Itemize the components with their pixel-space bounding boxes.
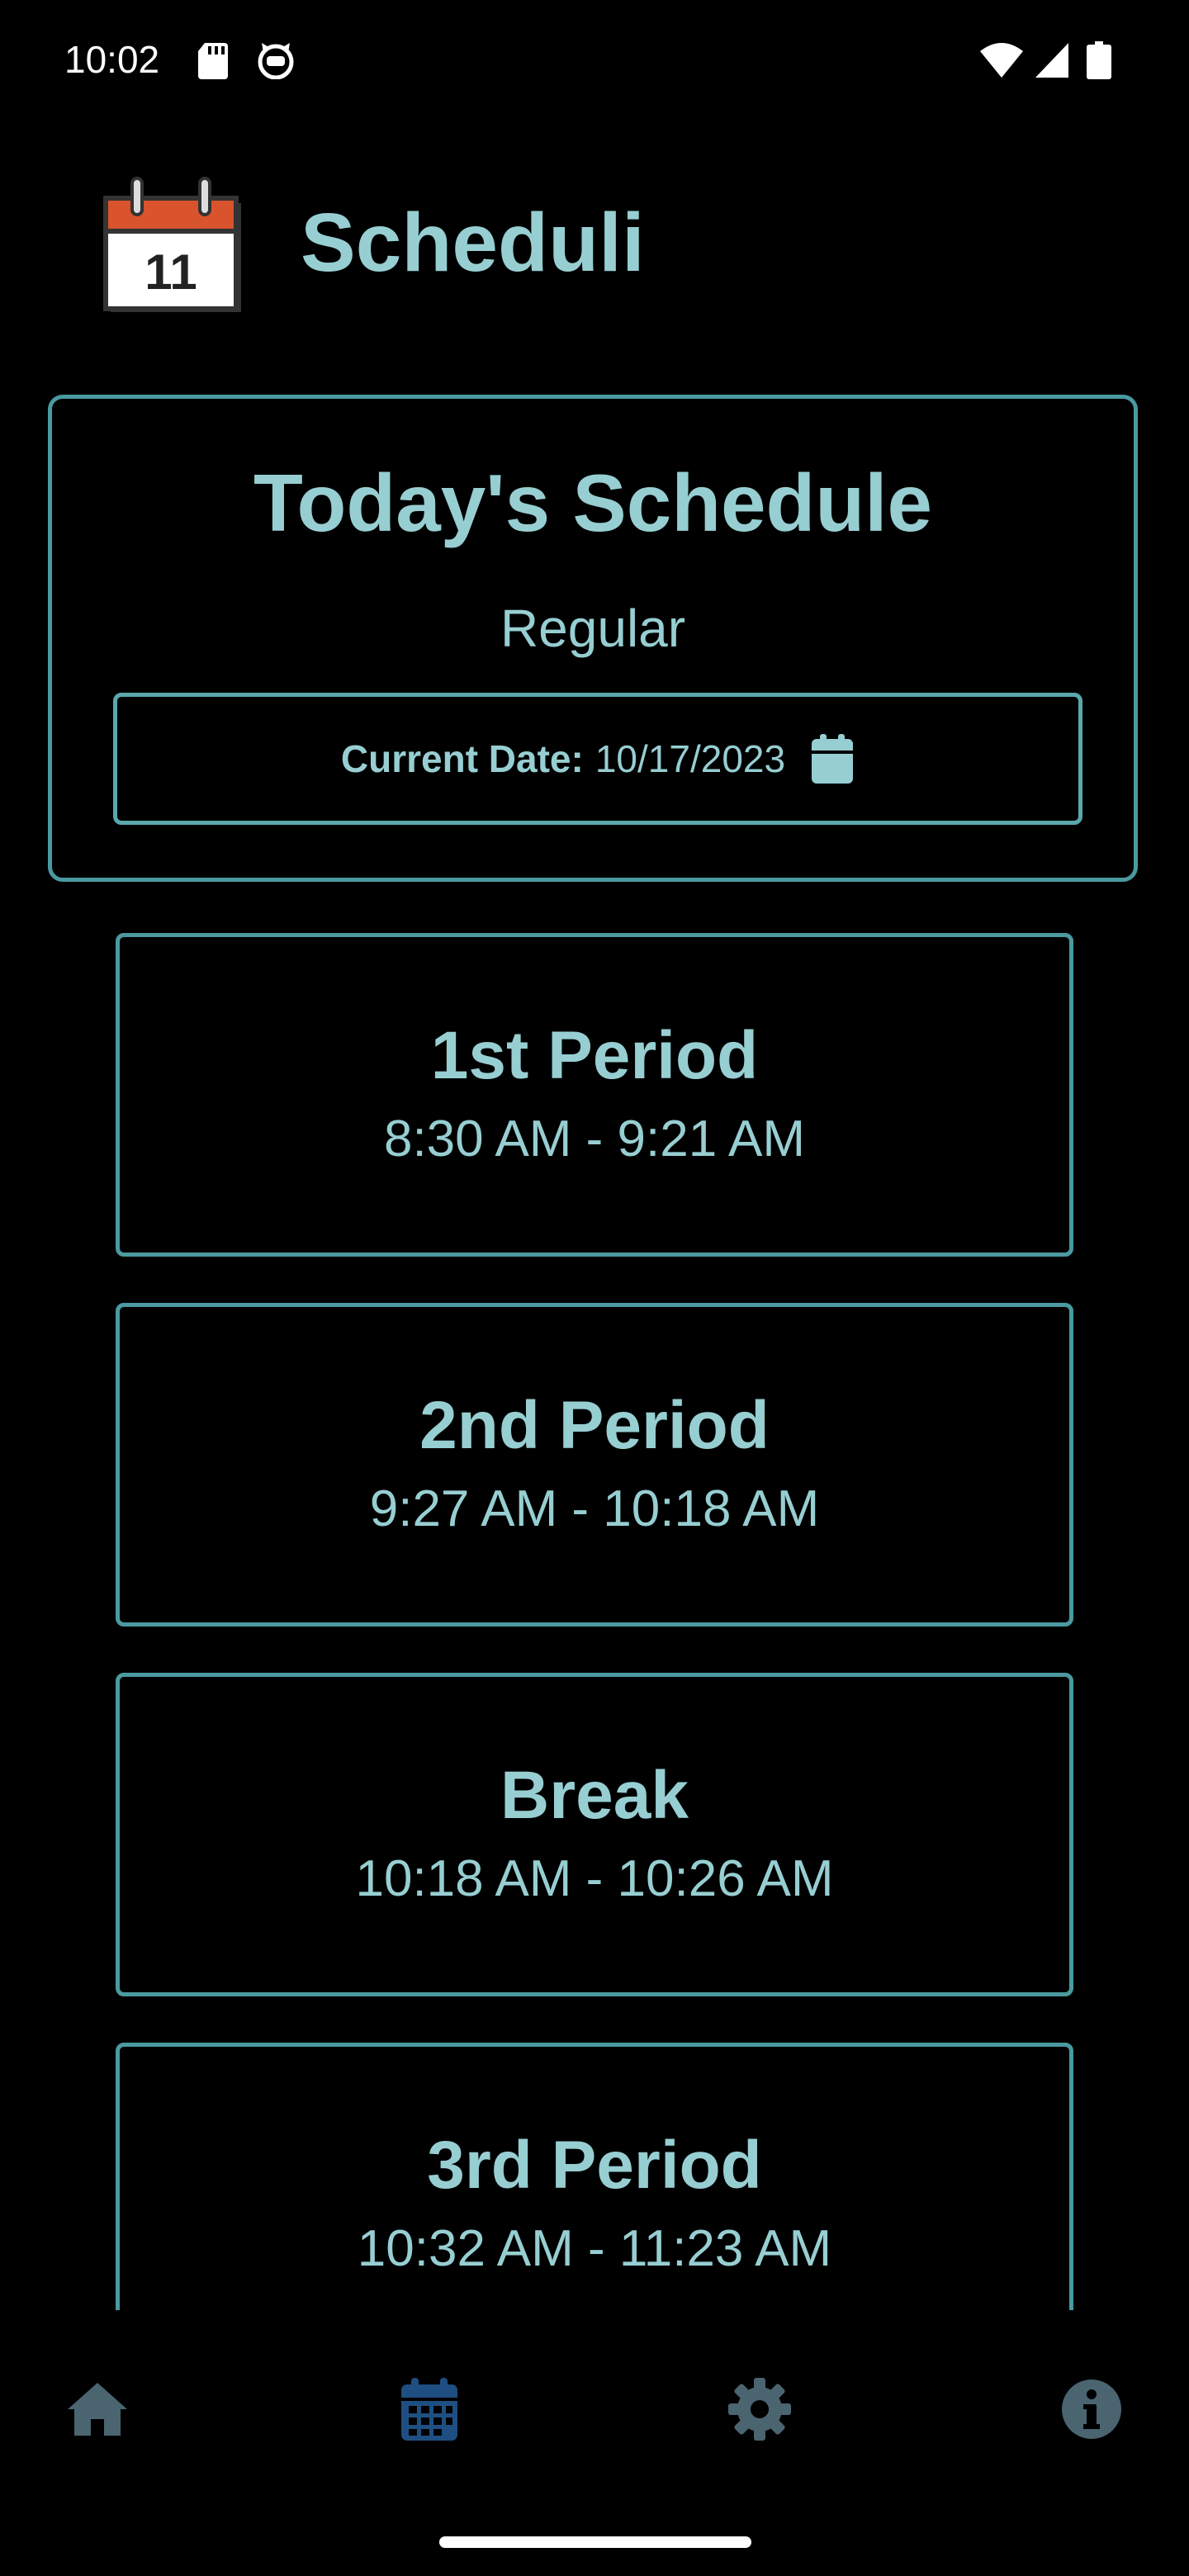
today-title: Today's Schedule <box>253 457 933 548</box>
calendar-icon[interactable] <box>396 2376 462 2442</box>
home-indicator[interactable] <box>439 2536 751 2548</box>
calendar-logo-icon: 11 <box>103 177 241 312</box>
status-bar: 10:02 <box>0 0 1189 119</box>
signal-icon <box>1035 43 1068 78</box>
battery-icon <box>1087 41 1111 79</box>
period-card[interactable]: 3rd Period 10:32 AM - 11:23 AM <box>116 2043 1073 2310</box>
current-date-picker[interactable]: Current Date: 10/17/2023 <box>113 693 1082 825</box>
period-name: Break <box>500 1758 689 1833</box>
gear-icon[interactable] <box>727 2376 793 2442</box>
period-time: 10:18 AM - 10:26 AM <box>355 1850 834 1907</box>
app-title: Scheduli <box>301 197 645 289</box>
period-time: 9:27 AM - 10:18 AM <box>369 1480 820 1537</box>
wifi-icon <box>980 43 1023 78</box>
cat-notification-icon <box>258 43 294 79</box>
status-time: 10:02 <box>64 38 160 81</box>
period-card[interactable]: 2nd Period 9:27 AM - 10:18 AM <box>116 1303 1073 1627</box>
date-value: 10/17/2023 <box>594 737 786 780</box>
home-icon[interactable] <box>64 2376 130 2442</box>
period-card[interactable]: 1st Period 8:30 AM - 9:21 AM <box>116 933 1073 1257</box>
period-name: 2nd Period <box>419 1388 770 1463</box>
date-label: Current Date: <box>340 737 584 780</box>
schedule-type: Regular <box>500 599 686 658</box>
app-header: 11 Scheduli <box>0 165 1189 322</box>
bottom-nav <box>0 2310 1189 2576</box>
info-icon[interactable] <box>1059 2376 1125 2442</box>
period-name: 3rd Period <box>427 2128 762 2203</box>
app-screen: 10:02 11 Scheduli Today's Schedule Regul… <box>0 0 1189 2576</box>
period-card[interactable]: Break 10:18 AM - 10:26 AM <box>116 1673 1073 1996</box>
calendar-icon[interactable] <box>810 734 855 784</box>
today-schedule-card: Today's Schedule Regular Current Date: 1… <box>48 395 1138 882</box>
period-name: 1st Period <box>430 1018 759 1093</box>
schedule-list[interactable]: 1st Period 8:30 AM - 9:21 AM 2nd Period … <box>0 933 1189 2310</box>
period-time: 10:32 AM - 11:23 AM <box>357 2220 832 2277</box>
logo-day: 11 <box>144 244 197 300</box>
sd-card-icon <box>198 43 228 79</box>
period-time: 8:30 AM - 9:21 AM <box>383 1110 806 1167</box>
